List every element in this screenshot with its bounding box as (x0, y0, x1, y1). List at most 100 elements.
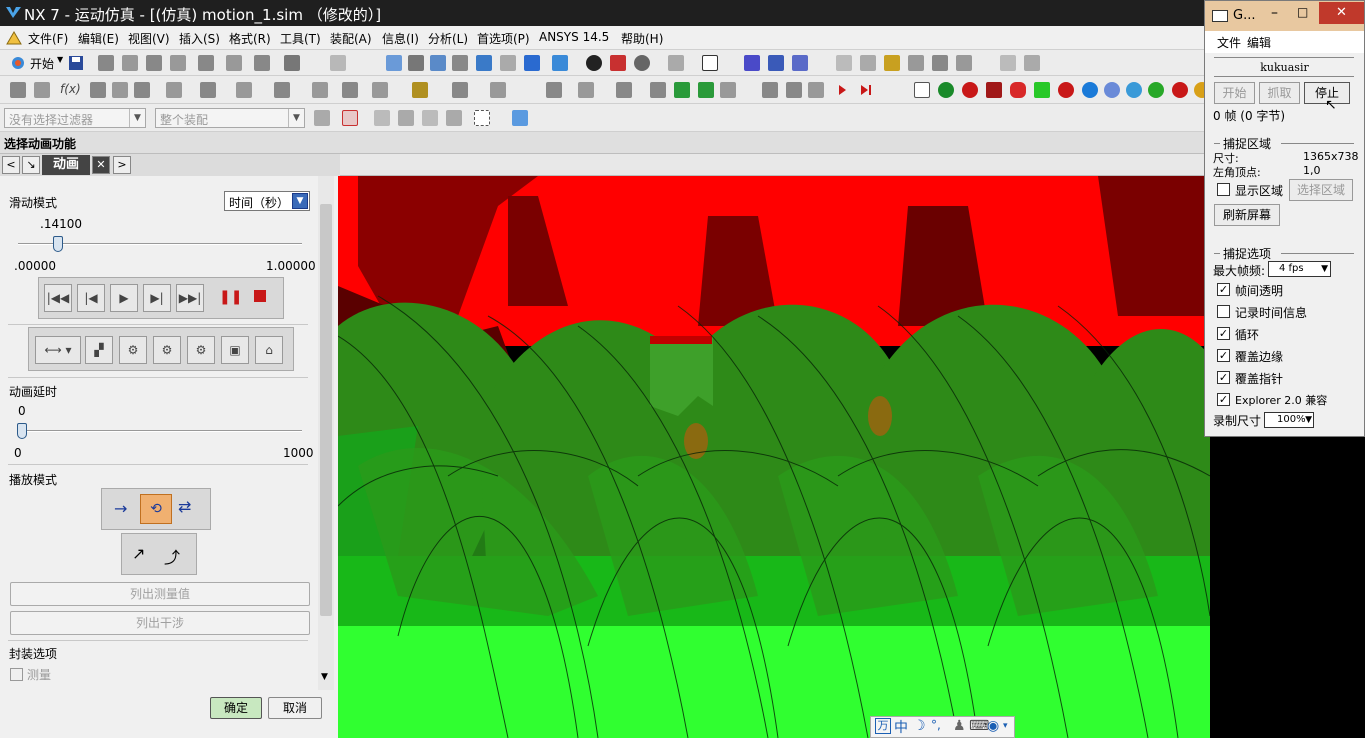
menu-info[interactable]: 信息(I) (382, 30, 419, 47)
bushing-icon[interactable] (932, 55, 948, 71)
maximize-icon[interactable]: □ (1297, 5, 1308, 19)
menu-ansys[interactable]: ANSYS 14.5 (539, 30, 609, 44)
reverse-direction-icon[interactable]: ⤴ (164, 544, 180, 568)
step-forward-button[interactable]: ▶| (143, 284, 171, 312)
menu-analysis[interactable]: 分析(L) (428, 30, 468, 47)
capture-start-button[interactable]: 开始 (1214, 82, 1255, 104)
ime-logo-icon[interactable]: 万 (875, 718, 891, 734)
contact-icon[interactable] (956, 55, 972, 71)
time-slider-thumb[interactable] (53, 236, 64, 252)
interference-button[interactable]: ▣ (221, 336, 249, 364)
section-icon[interactable] (668, 55, 684, 71)
slider-mode-select[interactable]: 时间（秒） ▼ (224, 191, 310, 211)
moon-icon[interactable]: ☽ (913, 718, 926, 734)
point-on-curve-icon[interactable] (1082, 82, 1098, 98)
motion-gray-icon[interactable] (836, 55, 852, 71)
snap-icon[interactable] (768, 55, 784, 71)
tab-back-button[interactable]: < (2, 156, 20, 174)
binoculars-icon[interactable] (284, 55, 300, 71)
new-solution-icon[interactable] (914, 82, 930, 98)
delay-slider-track[interactable] (18, 430, 302, 432)
render-style-icon[interactable] (586, 55, 602, 71)
anim-control-icon[interactable] (762, 82, 778, 98)
arrow-right-icon[interactable] (698, 82, 714, 98)
curve-icon[interactable] (236, 82, 252, 98)
menu-view[interactable]: 视图(V) (128, 30, 170, 47)
step-back-small-icon[interactable] (808, 82, 824, 98)
menu-insert[interactable]: 插入(S) (179, 30, 220, 47)
export-button[interactable]: ▞ (85, 336, 113, 364)
selection-icon[interactable] (744, 55, 760, 71)
menu-file[interactable]: 文件(F) (28, 30, 68, 47)
joint-red-icon[interactable] (962, 82, 978, 98)
revolve-icon[interactable] (134, 82, 150, 98)
rack-pinion-icon[interactable] (1034, 82, 1050, 98)
transparent-frames-checkbox[interactable]: ✓ (1217, 283, 1230, 296)
command-finder-icon[interactable] (254, 55, 270, 71)
cable-icon[interactable] (1058, 82, 1074, 98)
rewind-icon[interactable] (786, 82, 802, 98)
snapshot-button[interactable]: ⟷ ▾ (35, 336, 81, 364)
tab-animation[interactable]: 动画 (42, 155, 90, 175)
cancel-button[interactable]: 取消 (268, 697, 322, 719)
explode-button[interactable]: ⚙ (153, 336, 181, 364)
stop-button[interactable] (254, 290, 266, 302)
measure-icon[interactable] (1000, 55, 1016, 71)
trim-icon[interactable] (312, 82, 328, 98)
step-back-icon[interactable] (616, 82, 632, 98)
select-edge-icon[interactable] (422, 110, 438, 126)
curve-on-curve-icon[interactable] (1104, 82, 1120, 98)
repeat-icon[interactable] (226, 55, 242, 71)
arrow-left-icon[interactable] (674, 82, 690, 98)
ok-button[interactable]: 确定 (210, 697, 262, 719)
punctuation-icon[interactable]: °, (931, 718, 941, 732)
link-icon[interactable] (938, 82, 954, 98)
step-icon[interactable] (650, 82, 666, 98)
extrude-icon[interactable] (112, 82, 128, 98)
user-icon[interactable]: ♟ (953, 718, 966, 734)
layer-settings-icon[interactable] (546, 82, 562, 98)
play-icon[interactable] (834, 82, 850, 98)
trace-icon[interactable] (1024, 55, 1040, 71)
point-on-surface-icon[interactable] (1126, 82, 1142, 98)
point-icon[interactable] (792, 55, 808, 71)
spring-icon[interactable] (884, 55, 900, 71)
trace-button[interactable]: ⚙ (119, 336, 147, 364)
offset-icon[interactable] (342, 82, 358, 98)
show-area-checkbox[interactable] (1217, 183, 1230, 196)
close-icon[interactable]: ✕ (1319, 2, 1364, 24)
pause-button[interactable]: ❚❚ (219, 289, 242, 305)
menu-assembly[interactable]: 装配(A) (330, 30, 372, 47)
paste-icon[interactable] (146, 55, 162, 71)
cover-edges-checkbox[interactable]: ✓ (1217, 349, 1230, 362)
background-icon[interactable] (634, 55, 650, 71)
menu-format[interactable]: 格式(R) (229, 30, 271, 47)
dialog-scrollbar[interactable]: ▼ (318, 176, 334, 690)
hide-icon[interactable] (490, 82, 506, 98)
fit-view-icon[interactable] (386, 55, 402, 71)
driver-icon[interactable] (1148, 82, 1164, 98)
chevron-down-icon[interactable]: ▼ (321, 672, 328, 682)
filter-settings-icon[interactable] (314, 110, 330, 126)
start-dropdown-icon[interactable]: ▼ (57, 55, 63, 64)
minimize-icon[interactable]: – (1271, 5, 1278, 21)
start-button[interactable]: 开始 (30, 55, 54, 72)
reset-icon[interactable] (720, 82, 736, 98)
layer-icon[interactable] (702, 55, 718, 71)
selection-scope-select[interactable]: 整个装配 ▼ (155, 108, 305, 128)
zoom-window-icon[interactable] (430, 55, 446, 71)
list-interference-button[interactable]: 列出干涉 (10, 611, 310, 635)
copy-icon[interactable] (122, 55, 138, 71)
snap-point-icon[interactable] (342, 110, 358, 126)
part-icon[interactable] (34, 82, 50, 98)
loop-icon[interactable]: ⟲ (140, 494, 172, 524)
capture-menu-file[interactable]: 文件 (1217, 34, 1241, 51)
menu-edit[interactable]: 编辑(E) (78, 30, 119, 47)
fast-forward-end-button[interactable]: ▶▶| (176, 284, 204, 312)
damper-icon[interactable] (908, 55, 924, 71)
menu-help[interactable]: 帮助(H) (621, 30, 663, 47)
rotate-icon[interactable] (476, 55, 492, 71)
expression-icon[interactable]: f(x) (60, 82, 81, 96)
undo-icon[interactable] (198, 55, 214, 71)
mirror-icon[interactable] (452, 82, 468, 98)
